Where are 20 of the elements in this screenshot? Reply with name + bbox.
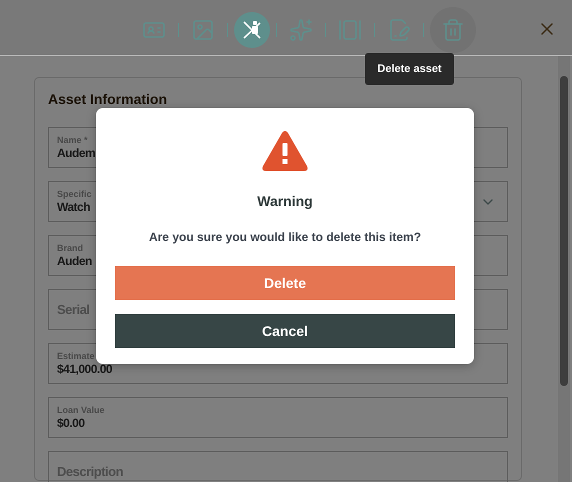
tooltip: Delete asset (365, 53, 454, 85)
trash-icon (441, 18, 465, 42)
warning-icon (262, 130, 308, 172)
field-value: $0.00 (57, 416, 86, 430)
person-crossed-icon (241, 18, 263, 40)
edit-icon (387, 18, 411, 42)
image-icon (191, 18, 215, 42)
cancel-button[interactable]: Cancel (115, 314, 455, 348)
toolbar-button[interactable] (234, 12, 270, 48)
scrollbar[interactable] (558, 56, 570, 482)
dialog-title: Warning (257, 192, 313, 211)
delete-button[interactable]: Delete (115, 266, 455, 300)
gallery-icon (338, 18, 362, 42)
dialog-message: Are you sure you would like to delete this item? (148, 229, 422, 246)
field-value: $41,000.00 (57, 362, 112, 376)
field-value: Auden (57, 254, 92, 268)
card-title: Asset Information (48, 91, 168, 107)
field-value: Watch (57, 200, 92, 214)
field-value: Audem (57, 146, 96, 160)
sparkles-icon (289, 18, 313, 42)
